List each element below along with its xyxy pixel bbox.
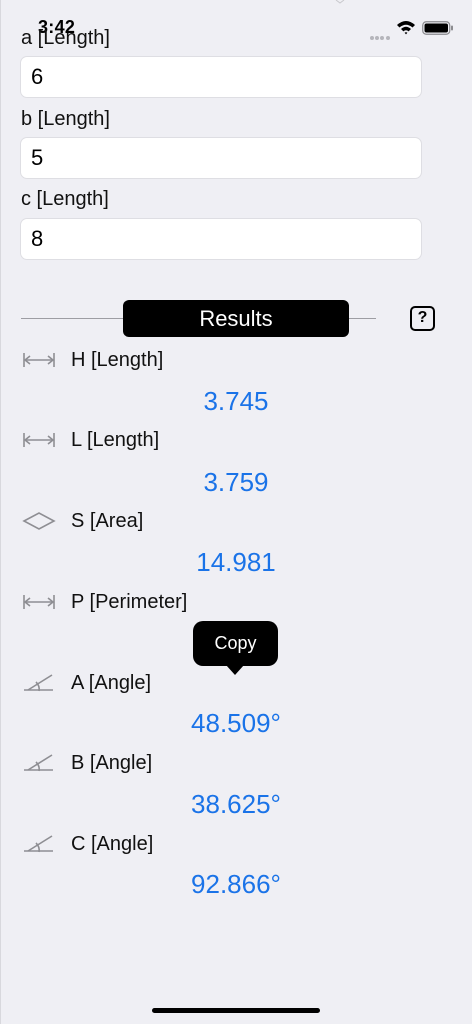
length-measure-icon [23, 595, 55, 609]
result-value-h[interactable]: 3.745 [0, 386, 472, 417]
result-label-p: P [Perimeter] [71, 591, 188, 613]
result-label-c: C [Angle] [71, 833, 154, 855]
field-label-a: a [Length] [21, 27, 110, 49]
result-value-c[interactable]: 92.866° [0, 869, 472, 900]
result-value-s[interactable]: 14.981 [0, 547, 472, 578]
angle-icon [24, 835, 53, 853]
angle-icon [24, 754, 53, 772]
result-label-a: A [Angle] [71, 672, 152, 694]
input-a[interactable]: 6 [20, 56, 422, 98]
length-measure-icon [23, 353, 55, 367]
results-header: Results [123, 300, 349, 337]
field-label-b: b [Length] [21, 108, 110, 130]
area-rhombus-icon [22, 512, 56, 530]
result-value-a[interactable]: 48.509° [0, 708, 472, 739]
result-label-l: L [Length] [71, 429, 160, 451]
result-value-b[interactable]: 38.625° [0, 789, 472, 820]
length-measure-icon [23, 433, 55, 447]
copy-tooltip[interactable]: Copy [193, 621, 278, 666]
help-button[interactable]: ? [410, 306, 435, 331]
notch-indicator-icon [335, 0, 345, 4]
wifi-icon [397, 21, 415, 35]
battery-icon [422, 21, 453, 35]
input-b[interactable]: 5 [20, 137, 422, 179]
copy-tooltip-arrow [226, 665, 244, 675]
input-c[interactable]: 8 [20, 218, 422, 260]
result-label-s: S [Area] [71, 510, 144, 532]
signal-dots-icon [370, 27, 392, 40]
home-indicator[interactable] [152, 1008, 320, 1013]
result-label-b: B [Angle] [71, 752, 153, 774]
field-label-c: c [Length] [21, 188, 109, 210]
divider-left [21, 318, 131, 319]
result-value-l[interactable]: 3.759 [0, 467, 472, 498]
result-label-h: H [Length] [71, 349, 164, 371]
angle-icon [24, 674, 53, 692]
